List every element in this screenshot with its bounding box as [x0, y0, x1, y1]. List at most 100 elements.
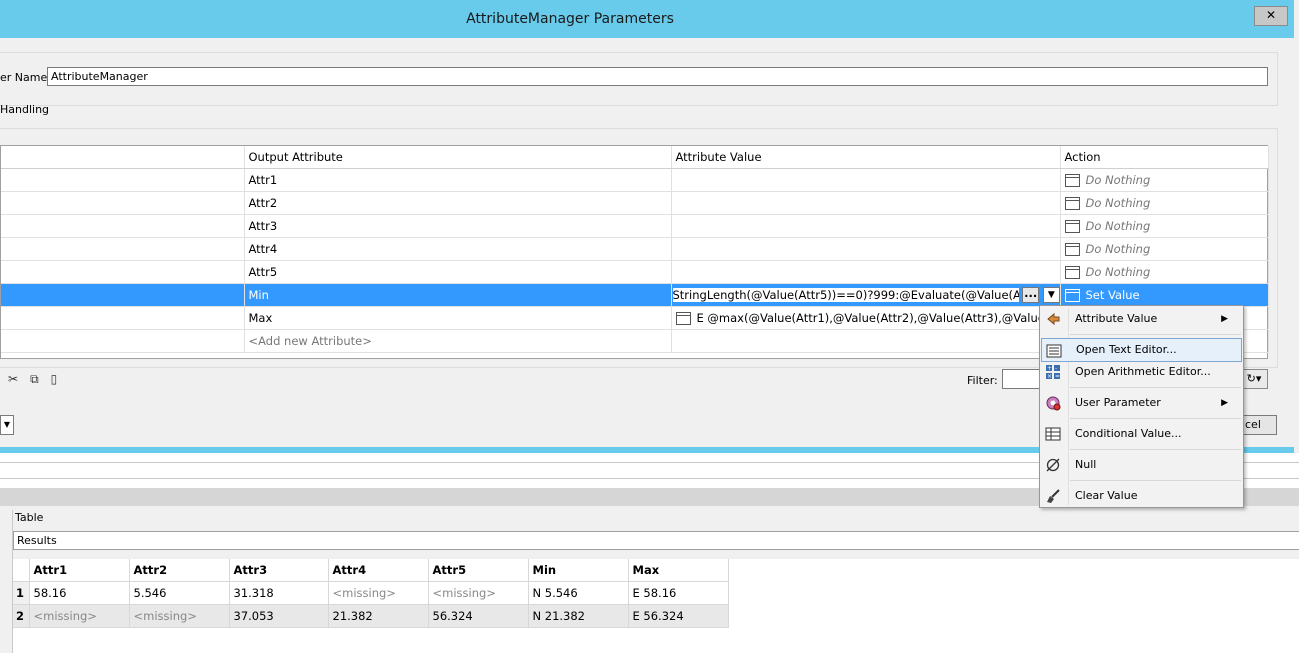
table-cell[interactable]: <missing>	[328, 581, 429, 605]
context-menu: Attribute Value ▶ Open Text Editor... + -…	[1039, 305, 1244, 508]
table-cell[interactable]: N 5.546	[528, 581, 629, 605]
action-header[interactable]: Action	[1060, 146, 1269, 169]
menu-separator	[1070, 418, 1241, 419]
attribute-value-cell[interactable]	[671, 214, 1061, 238]
table-cell[interactable]: 21.382	[328, 604, 429, 628]
table-row[interactable]: Attr3 Do Nothing	[1, 214, 1269, 238]
table-row[interactable]: 2 <missing> <missing> 37.053 21.382 56.3…	[13, 604, 729, 628]
action-icon	[1064, 173, 1080, 187]
attribute-value-cell[interactable]: E @max(@Value(Attr1),@Value(Attr2),@Valu…	[671, 306, 1061, 330]
handling-label: Handling	[0, 103, 50, 116]
filter-input[interactable]	[1002, 369, 1042, 389]
table-cell[interactable]: N 21.382	[528, 604, 629, 628]
column-header[interactable]: Attr2	[129, 559, 230, 582]
output-attribute-cell[interactable]: Attr4	[244, 237, 672, 261]
attribute-value-cell[interactable]	[671, 191, 1061, 215]
column-header[interactable]: Attr4	[328, 559, 429, 582]
table-row[interactable]: 1 58.16 5.546 31.318 <missing> <missing>…	[13, 581, 729, 605]
refresh-icon: ↻▾	[1246, 372, 1262, 385]
table-cell[interactable]: 5.546	[129, 581, 230, 605]
menu-item-user-parameter[interactable]: User Parameter ▶	[1041, 391, 1242, 415]
table-cell[interactable]: 58.16	[29, 581, 130, 605]
output-attribute-cell[interactable]: Attr5	[244, 260, 672, 284]
broom-icon	[1045, 488, 1061, 504]
submenu-arrow-icon: ▶	[1221, 398, 1228, 408]
svg-text:+: +	[1047, 365, 1052, 372]
parameters-dropdown[interactable]: ▼	[0, 415, 14, 435]
menu-separator	[1070, 334, 1241, 335]
table-row[interactable]: Attr2 Do Nothing	[1, 191, 1269, 215]
action-cell[interactable]: Do Nothing	[1060, 168, 1269, 192]
menu-item-open-text-editor[interactable]: Open Text Editor...	[1041, 338, 1242, 362]
attribute-value-cell[interactable]	[671, 237, 1061, 261]
output-attribute-cell[interactable]: Attr1	[244, 168, 672, 192]
attribute-value-cell[interactable]: StringLength(@Value(Attr5))==0)?999:@Eva…	[671, 283, 1061, 307]
table-cell[interactable]: <missing>	[428, 581, 529, 605]
value-dropdown-button[interactable]: ▼	[1042, 286, 1059, 303]
column-header[interactable]: Attr3	[229, 559, 329, 582]
results-table: Attr1 Attr2 Attr3 Attr4 Attr5 Min Max 1 …	[13, 559, 729, 628]
action-cell[interactable]: Do Nothing	[1060, 237, 1269, 261]
add-new-attribute[interactable]: <Add new Attribute>	[244, 329, 672, 353]
title-bar[interactable]: AttributeManager Parameters ✕	[0, 0, 1299, 38]
column-header[interactable]: Attr5	[428, 559, 529, 582]
menu-item-clear-value[interactable]: Clear Value	[1041, 484, 1242, 508]
action-icon	[1064, 196, 1080, 210]
column-header[interactable]: Attr1	[29, 559, 130, 582]
calculator-icon: + - × =	[1045, 364, 1061, 380]
transformer-name-label: er Name:	[0, 71, 51, 84]
table-row[interactable]: Attr4 Do Nothing	[1, 237, 1269, 261]
row-number: 2	[13, 604, 30, 628]
attribute-icon	[1045, 311, 1061, 327]
window-title: AttributeManager Parameters	[466, 11, 674, 27]
output-attribute-header[interactable]: Output Attribute	[244, 146, 672, 169]
action-cell[interactable]: Do Nothing	[1060, 214, 1269, 238]
output-attribute-cell[interactable]: Min	[244, 283, 672, 307]
menu-item-null[interactable]: Null	[1041, 453, 1242, 477]
action-icon	[1064, 288, 1080, 302]
close-icon: ✕	[1265, 8, 1277, 22]
null-icon	[1045, 457, 1061, 473]
action-cell[interactable]: Set Value	[1060, 283, 1269, 307]
ellipsis-button[interactable]: ...	[1022, 286, 1040, 303]
menu-item-attribute-value[interactable]: Attribute Value ▶	[1041, 307, 1242, 331]
table-cell[interactable]: E 58.16	[628, 581, 729, 605]
action-cell[interactable]: Do Nothing	[1060, 191, 1269, 215]
table-row-selected[interactable]: Min StringLength(@Value(Attr5))==0)?999:…	[1, 283, 1269, 307]
chevron-down-icon: ▼	[1047, 289, 1055, 300]
table-cell[interactable]: 31.318	[229, 581, 329, 605]
output-attribute-cell[interactable]: Attr3	[244, 214, 672, 238]
table-row[interactable]: Attr5 Do Nothing	[1, 260, 1269, 284]
table-icon	[1045, 426, 1061, 442]
attribute-value-cell[interactable]	[671, 260, 1061, 284]
table-row[interactable]: Attr1 Do Nothing	[1, 168, 1269, 192]
transformer-name-input[interactable]: AttributeManager	[47, 67, 1268, 86]
edit-toolbar: ✂⧉▯	[8, 372, 69, 387]
close-button[interactable]: ✕	[1254, 6, 1288, 26]
refresh-button[interactable]: ↻▾	[1240, 369, 1268, 389]
chevron-down-icon: ▼	[3, 420, 11, 429]
action-cell[interactable]: Do Nothing	[1060, 260, 1269, 284]
column-header[interactable]: Min	[528, 559, 629, 582]
results-header: Attr1 Attr2 Attr3 Attr4 Attr5 Min Max	[13, 559, 729, 582]
paste-icon[interactable]: ▯	[51, 372, 70, 386]
table-cell[interactable]: 56.324	[428, 604, 529, 628]
menu-item-open-arithmetic-editor[interactable]: + - × = Open Arithmetic Editor...	[1041, 360, 1242, 384]
menu-separator	[1070, 387, 1241, 388]
table-cell[interactable]: 37.053	[229, 604, 329, 628]
cut-icon[interactable]: ✂	[8, 372, 30, 386]
results-selector[interactable]: Results	[13, 531, 1299, 550]
submenu-arrow-icon: ▶	[1221, 314, 1228, 324]
output-attribute-cell[interactable]: Attr2	[244, 191, 672, 215]
results-grid[interactable]: Attr1 Attr2 Attr3 Attr4 Attr5 Min Max 1 …	[13, 559, 1299, 653]
table-cell[interactable]: <missing>	[129, 604, 230, 628]
attribute-value-cell[interactable]	[671, 168, 1061, 192]
column-header[interactable]: Max	[628, 559, 729, 582]
table-cell[interactable]: E 56.324	[628, 604, 729, 628]
copy-icon[interactable]: ⧉	[30, 372, 51, 386]
menu-item-conditional-value[interactable]: Conditional Value...	[1041, 422, 1242, 446]
table-cell[interactable]: <missing>	[29, 604, 130, 628]
output-attribute-cell[interactable]: Max	[244, 306, 672, 330]
input-attribute-header	[1, 146, 245, 169]
attribute-value-header[interactable]: Attribute Value	[671, 146, 1061, 169]
